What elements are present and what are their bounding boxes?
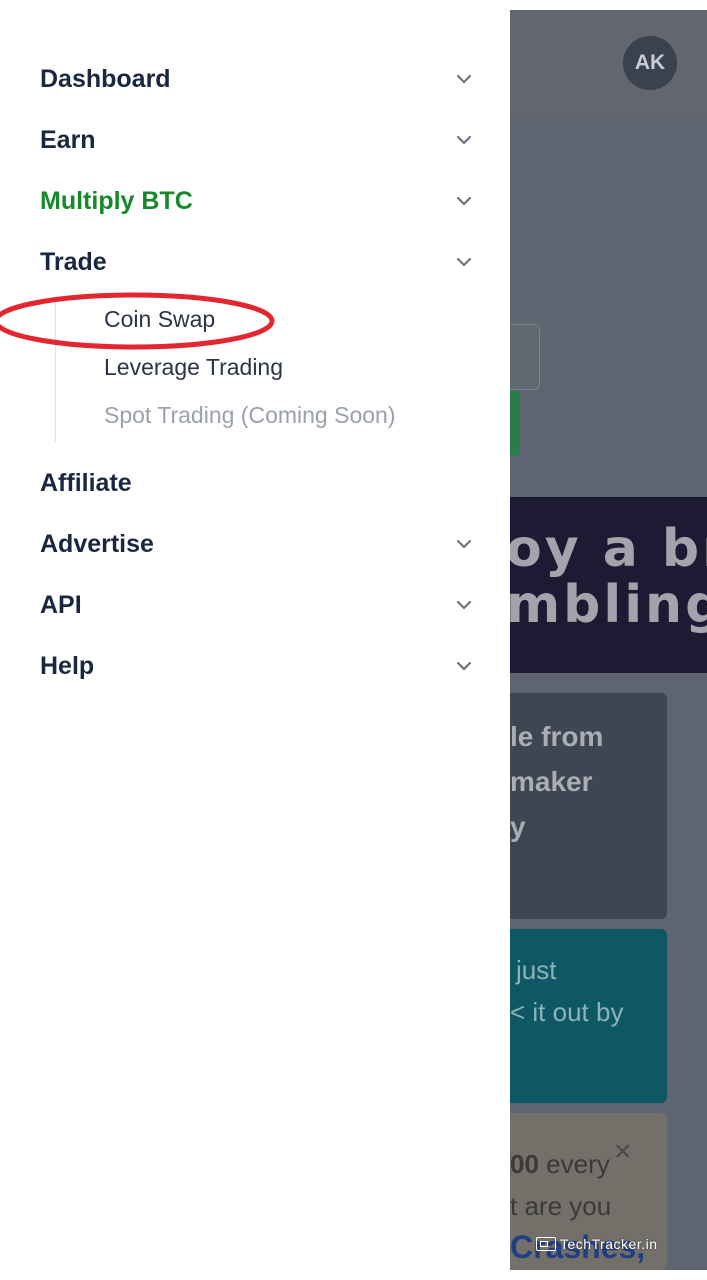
submenu-divider <box>55 300 56 442</box>
menu-item-help[interactable]: Help <box>40 646 480 686</box>
menu-item-label: Affiliate <box>40 468 132 497</box>
menu-item-label: API <box>40 590 82 619</box>
card-text: 00 every <box>510 1149 610 1179</box>
background-page: AK oy a br mbling le from maker y just <… <box>510 10 707 1270</box>
card-text: le from <box>510 721 604 752</box>
card-text: just <box>516 955 557 985</box>
card-text: < it out by <box>510 997 624 1027</box>
watermark: TechTracker.in <box>536 1236 658 1252</box>
banner-text-line: mbling <box>510 575 707 635</box>
card-text: y <box>510 811 526 842</box>
menu-item-label: Advertise <box>40 529 154 558</box>
chevron-down-icon <box>456 196 472 206</box>
info-card: le from maker y <box>510 693 667 919</box>
chevron-down-icon <box>456 600 472 610</box>
banner-text-line: oy a br <box>510 519 707 579</box>
menu-item-label: Earn <box>40 125 96 154</box>
amount-input <box>510 324 540 390</box>
card-text: t are you <box>510 1191 612 1221</box>
chevron-down-icon <box>456 539 472 549</box>
menu-item-label: Dashboard <box>40 64 171 93</box>
monitor-icon <box>536 1237 556 1251</box>
promo-banner: oy a br mbling <box>510 497 707 673</box>
submenu-item-coin-swap[interactable]: Coin Swap <box>104 306 215 333</box>
menu-item-label: Help <box>40 651 95 680</box>
submenu-item-spot-trading: Spot Trading (Coming Soon) <box>104 402 396 428</box>
chevron-down-icon <box>456 661 472 671</box>
close-icon: × <box>614 1135 632 1168</box>
chevron-down-icon <box>456 257 472 267</box>
submenu-item-leverage-trading[interactable]: Leverage Trading <box>104 354 283 381</box>
menu-item-label: Multiply BTC <box>40 186 193 215</box>
menu-item-affiliate[interactable]: Affiliate <box>40 463 480 503</box>
menu-item-label: Trade <box>40 247 107 276</box>
info-card: just < it out by <box>510 929 667 1103</box>
page-header: AK <box>510 10 707 116</box>
chevron-down-icon <box>456 74 472 84</box>
menu-item-trade[interactable]: Trade <box>40 242 480 282</box>
menu-item-api[interactable]: API <box>40 585 480 625</box>
chevron-down-icon <box>456 135 472 145</box>
card-text: maker <box>510 766 593 797</box>
menu-item-multiply-btc[interactable]: Multiply BTC <box>40 181 480 221</box>
action-button <box>510 390 520 456</box>
menu-item-advertise[interactable]: Advertise <box>40 524 480 564</box>
side-menu-drawer: Dashboard Earn Multiply BTC Trade Coin S… <box>0 0 510 1280</box>
menu-item-earn[interactable]: Earn <box>40 120 480 160</box>
menu-item-dashboard[interactable]: Dashboard <box>40 59 480 99</box>
avatar[interactable]: AK <box>623 36 677 90</box>
